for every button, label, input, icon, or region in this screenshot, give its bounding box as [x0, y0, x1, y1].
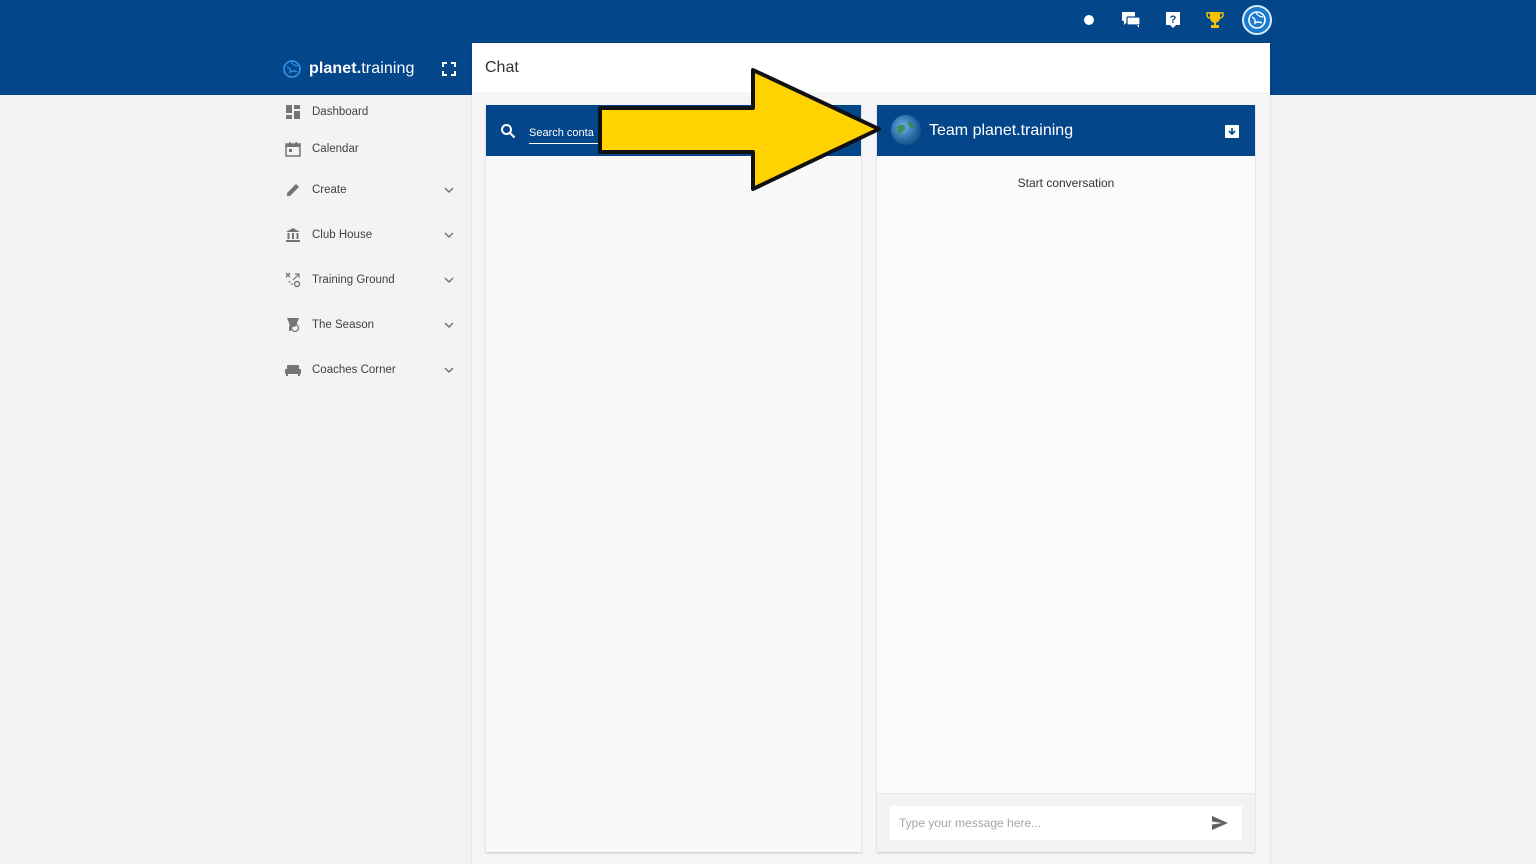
sidebar-item-training-ground[interactable]: Training Ground — [270, 263, 471, 297]
sidebar-item-coaches-corner[interactable]: Coaches Corner — [270, 353, 471, 387]
trophy-icon[interactable] — [1194, 5, 1236, 35]
sidebar-item-the-season[interactable]: The Season — [270, 308, 471, 342]
planet-logo-icon — [283, 60, 301, 78]
sidebar-item-label: Create — [312, 184, 347, 196]
chevron-down-icon — [444, 187, 454, 194]
sidebar-item-label: The Season — [312, 319, 375, 331]
message-input[interactable] — [890, 806, 1242, 840]
sidebar-item-dashboard[interactable]: Dashboard — [270, 95, 471, 129]
sidebar: Dashboard Calendar Create Club House Tra… — [270, 95, 471, 864]
conversation-title: Team planet.training — [929, 122, 1074, 139]
sidebar-item-label: Coaches Corner — [312, 364, 396, 376]
start-conversation-text: Start conversation — [1017, 176, 1115, 190]
chevron-down-icon — [444, 367, 454, 374]
team-avatar[interactable] — [891, 115, 921, 145]
sofa-icon — [284, 361, 302, 379]
brand-name: planet.training — [309, 60, 415, 77]
contacts-panel — [486, 105, 861, 852]
svg-text:?: ? — [1170, 14, 1177, 26]
fullscreen-icon[interactable] — [440, 60, 458, 78]
message-composer — [877, 793, 1255, 852]
sidebar-item-label: Dashboard — [312, 106, 369, 118]
bank-icon — [284, 226, 302, 244]
sidebar-item-label: Training Ground — [312, 274, 395, 286]
send-icon[interactable] — [1211, 815, 1229, 831]
conversation-panel: Team planet.training Start conversation — [877, 105, 1255, 852]
status-dot-icon[interactable] — [1068, 5, 1110, 35]
chevron-down-icon — [444, 322, 454, 329]
calendar-icon — [284, 140, 302, 158]
search-icon — [500, 123, 518, 141]
tactics-icon — [284, 271, 302, 289]
archive-icon[interactable] — [1224, 123, 1240, 139]
annotation-arrow-icon — [598, 68, 881, 191]
chat-body: Team planet.training Start conversation — [472, 95, 1270, 864]
sidebar-item-label: Calendar — [312, 143, 359, 155]
top-bar-actions: ? — [1068, 5, 1272, 35]
trophy-icon — [284, 316, 302, 334]
sidebar-item-label: Club House — [312, 229, 373, 241]
chat-icon[interactable] — [1110, 5, 1152, 35]
sidebar-item-calendar[interactable]: Calendar — [270, 132, 471, 166]
pencil-icon — [284, 181, 302, 199]
brand-logo[interactable]: planet.training — [282, 57, 415, 81]
sidebar-item-create[interactable]: Create — [270, 173, 471, 207]
avatar-logo-icon[interactable] — [1242, 5, 1272, 35]
chevron-down-icon — [444, 277, 454, 284]
chevron-down-icon — [444, 232, 454, 239]
help-icon[interactable]: ? — [1152, 5, 1194, 35]
conversation-header: Team planet.training — [877, 105, 1255, 156]
dashboard-icon — [284, 103, 302, 121]
page-title: Chat — [485, 59, 519, 76]
sidebar-item-club-house[interactable]: Club House — [270, 218, 471, 252]
